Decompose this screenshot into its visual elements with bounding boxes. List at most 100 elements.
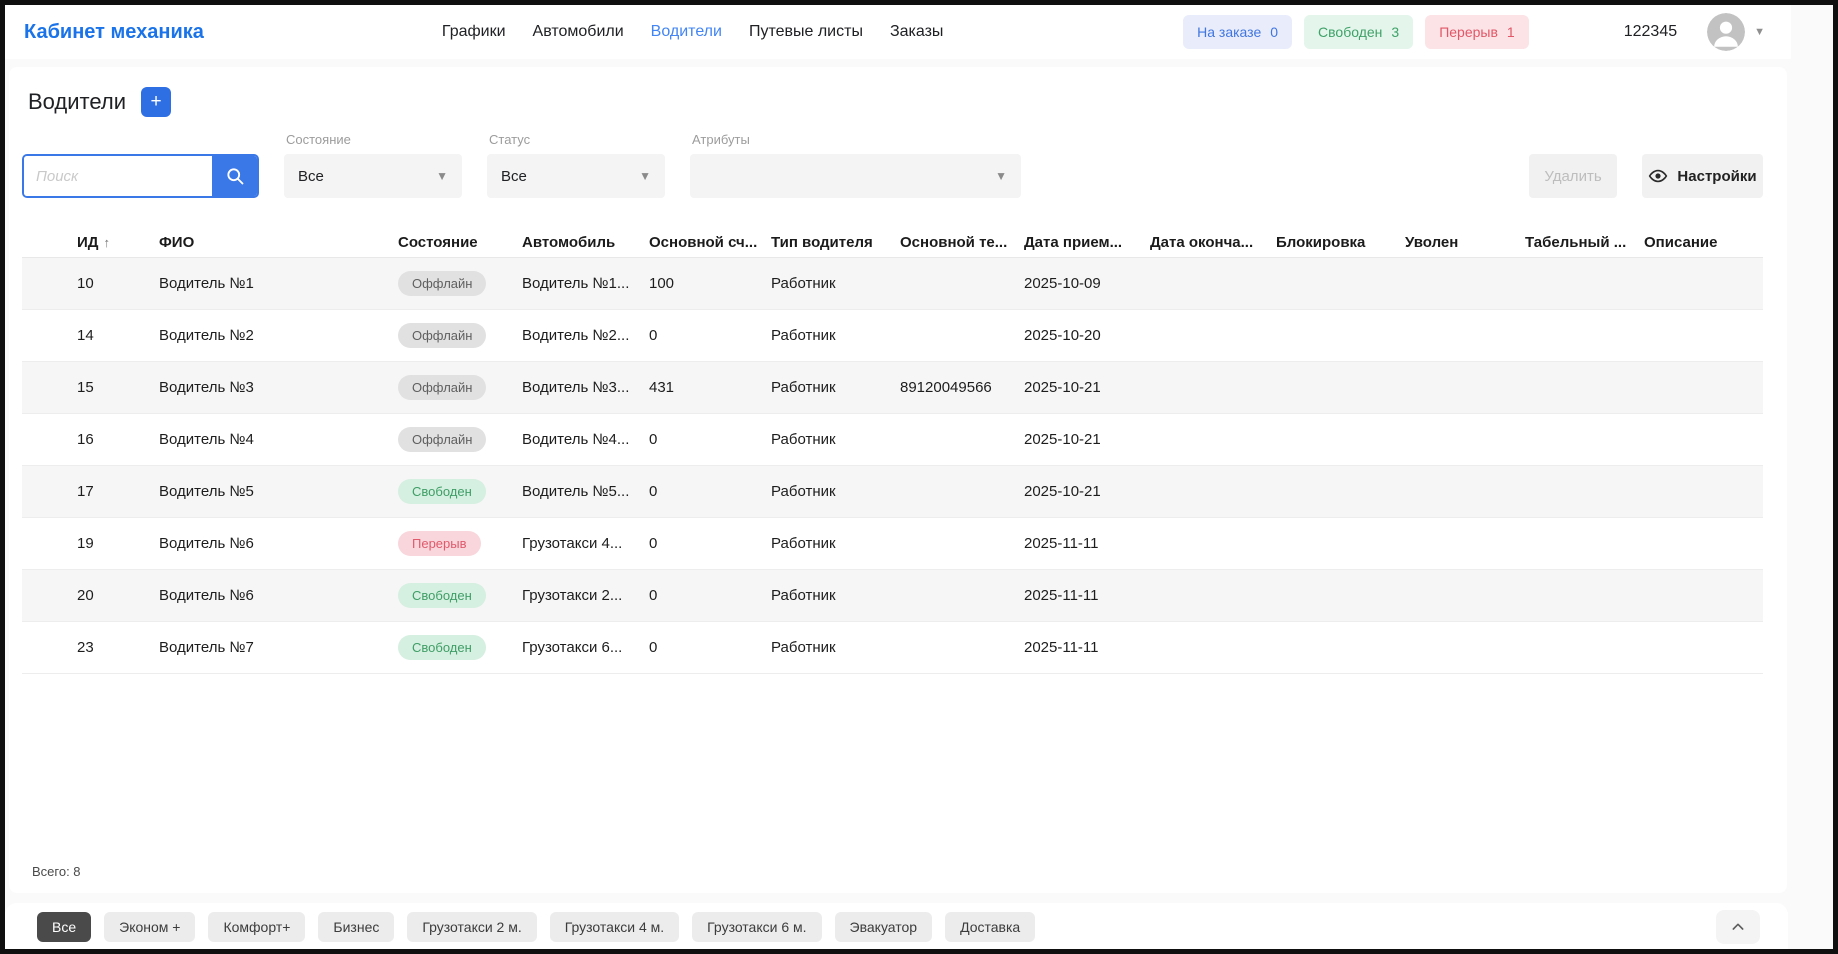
column-header-label: Автомобиль: [522, 234, 616, 251]
table-row[interactable]: 17 Водитель №5 Свободен Водитель №5... 0 Рабо…: [22, 466, 1763, 518]
column-header-label: Основной сч...: [649, 234, 758, 251]
column-header[interactable]: Состояние: [398, 234, 522, 251]
cell-hire-date: 2025-10-21: [1024, 379, 1101, 396]
nav-item-автомобили[interactable]: Автомобили: [533, 23, 624, 41]
search-input[interactable]: [24, 156, 212, 196]
nav-item-графики[interactable]: Графики: [442, 23, 506, 41]
table-row[interactable]: 14 Водитель №2 Оффлайн Водитель №2... 0 Работ…: [22, 310, 1763, 362]
filter-row: Состояние Все ▼ Статус Все ▼ Атрибуты ▼: [22, 132, 1763, 198]
column-header[interactable]: ИД ↑: [77, 234, 159, 251]
add-driver-button[interactable]: +: [141, 87, 172, 117]
eye-icon: [1649, 169, 1668, 183]
tariff-chip[interactable]: Комфорт+: [208, 911, 306, 942]
cell-driver-type: Работник: [771, 535, 836, 552]
counter-label: На заказе: [1197, 24, 1262, 40]
filter-attributes-select[interactable]: ▼: [690, 154, 1021, 198]
cell-car: Водитель №4...: [522, 431, 630, 448]
column-header[interactable]: Автомобиль: [522, 234, 649, 251]
column-header[interactable]: Блокировка: [1276, 234, 1405, 251]
column-header[interactable]: Дата прием...: [1024, 234, 1150, 251]
search-icon: [226, 168, 243, 185]
column-header[interactable]: Основной сч...: [649, 234, 771, 251]
filter-state-label: Состояние: [286, 132, 351, 147]
table-header-row: ИД ↑ ФИО Состояние Автомобиль Основной сч... Т…: [22, 228, 1763, 258]
column-header[interactable]: Тип водителя: [771, 234, 900, 251]
cell-driver-type: Работник: [771, 327, 836, 344]
cell-hire-date: 2025-10-09: [1024, 275, 1101, 292]
cell-driver-type: Работник: [771, 275, 836, 292]
column-header[interactable]: Основной те...: [900, 234, 1024, 251]
tariff-chip[interactable]: Грузотакси 6 м.: [692, 911, 822, 942]
filter-status-select[interactable]: Все ▼: [487, 154, 665, 198]
cell-hire-date: 2025-11-11: [1024, 535, 1099, 552]
column-header-label: Описание: [1644, 234, 1718, 251]
cell-driver-type: Работник: [771, 639, 836, 656]
cell-phone: 89120049566: [900, 379, 992, 396]
cell-state: Свободен: [398, 583, 522, 608]
column-header[interactable]: Описание: [1644, 234, 1754, 251]
table-row[interactable]: 19 Водитель №6 Перерыв Грузотакси 4... 0 Рабо…: [22, 518, 1763, 570]
nav-item-водители[interactable]: Водители: [651, 23, 722, 41]
chevron-down-icon: ▼: [436, 169, 448, 183]
cell-id: 10: [77, 275, 94, 292]
cell-account: 0: [649, 535, 658, 552]
column-header[interactable]: Дата оконча...: [1150, 234, 1276, 251]
cell-car: Водитель №5...: [522, 483, 630, 500]
tariff-chip[interactable]: Все: [37, 911, 92, 942]
cell-hire-date: 2025-11-11: [1024, 587, 1099, 604]
cell-state: Оффлайн: [398, 427, 522, 452]
state-badge: Оффлайн: [398, 427, 487, 452]
cell-id: 23: [77, 639, 94, 656]
filter-status-value: Все: [501, 167, 527, 185]
status-counter-badge[interactable]: На заказе 0: [1183, 15, 1293, 49]
column-header[interactable]: Табельный ...: [1525, 234, 1644, 251]
table-row[interactable]: 23 Водитель №7 Свободен Грузотакси 6... 0 Раб…: [22, 622, 1763, 674]
cell-name: Водитель №2: [159, 327, 254, 344]
column-header-label: ФИО: [159, 234, 195, 251]
status-counter-badge[interactable]: Свободен 3: [1304, 15, 1414, 49]
tariff-chip[interactable]: Доставка: [945, 911, 1036, 942]
cell-car: Грузотакси 4...: [522, 535, 623, 552]
nav-item-путевые-листы[interactable]: Путевые листы: [749, 23, 863, 41]
status-counter-badge[interactable]: Перерыв 1: [1425, 15, 1529, 49]
tariff-chip[interactable]: Бизнес: [318, 911, 395, 942]
cell-account: 100: [649, 275, 675, 292]
cell-name: Водитель №6: [159, 587, 254, 604]
account-menu-caret-icon[interactable]: ▼: [1754, 26, 1765, 38]
state-badge: Оффлайн: [398, 323, 487, 348]
table-row[interactable]: 20 Водитель №6 Свободен Грузотакси 2... 0 Раб…: [22, 570, 1763, 622]
tariff-chip[interactable]: Грузотакси 2 м.: [407, 911, 537, 942]
delete-button[interactable]: Удалить: [1529, 154, 1617, 198]
user-avatar[interactable]: [1707, 13, 1746, 51]
column-header-label: Табельный ...: [1525, 234, 1627, 251]
cell-driver-type: Работник: [771, 379, 836, 396]
cell-id: 20: [77, 587, 94, 604]
tariff-chip[interactable]: Эконом +: [104, 911, 196, 942]
counter-label: Перерыв: [1439, 24, 1498, 40]
search-button[interactable]: [212, 156, 257, 196]
filter-status-group: Статус Все ▼: [487, 132, 665, 198]
column-header[interactable]: Уволен: [1405, 234, 1525, 251]
page: Кабинет механика Графики Автомобили Водите…: [5, 5, 1833, 949]
state-badge: Свободен: [398, 635, 486, 660]
collapse-bar-button[interactable]: [1716, 909, 1760, 944]
nav-item-заказы[interactable]: Заказы: [890, 23, 943, 41]
person-icon: [1707, 13, 1746, 51]
tariff-filter-bar: Все Эконом + Комфорт+ Бизнес Грузотакси 2 м.…: [5, 903, 1788, 949]
settings-button[interactable]: Настройки: [1642, 154, 1763, 198]
title-row: Водители +: [22, 87, 1763, 117]
total-count-label: Всего: 8: [32, 864, 81, 879]
cell-name: Водитель №3: [159, 379, 254, 396]
table-row[interactable]: 10 Водитель №1 Оффлайн Водитель №1... 100 Раб…: [22, 258, 1763, 310]
counter-value: 1: [1506, 24, 1515, 40]
filter-state-select[interactable]: Все ▼: [284, 154, 462, 198]
cell-id: 15: [77, 379, 94, 396]
chevron-up-icon: [1732, 923, 1744, 930]
state-badge: Оффлайн: [398, 375, 487, 400]
counter-value: 3: [1391, 24, 1400, 40]
column-header[interactable]: ФИО: [159, 234, 398, 251]
table-row[interactable]: 16 Водитель №4 Оффлайн Водитель №4... 0 Работ…: [22, 414, 1763, 466]
tariff-chip[interactable]: Эвакуатор: [834, 911, 933, 942]
table-row[interactable]: 15 Водитель №3 Оффлайн Водитель №3... 431 Раб…: [22, 362, 1763, 414]
tariff-chip[interactable]: Грузотакси 4 м.: [549, 911, 680, 942]
